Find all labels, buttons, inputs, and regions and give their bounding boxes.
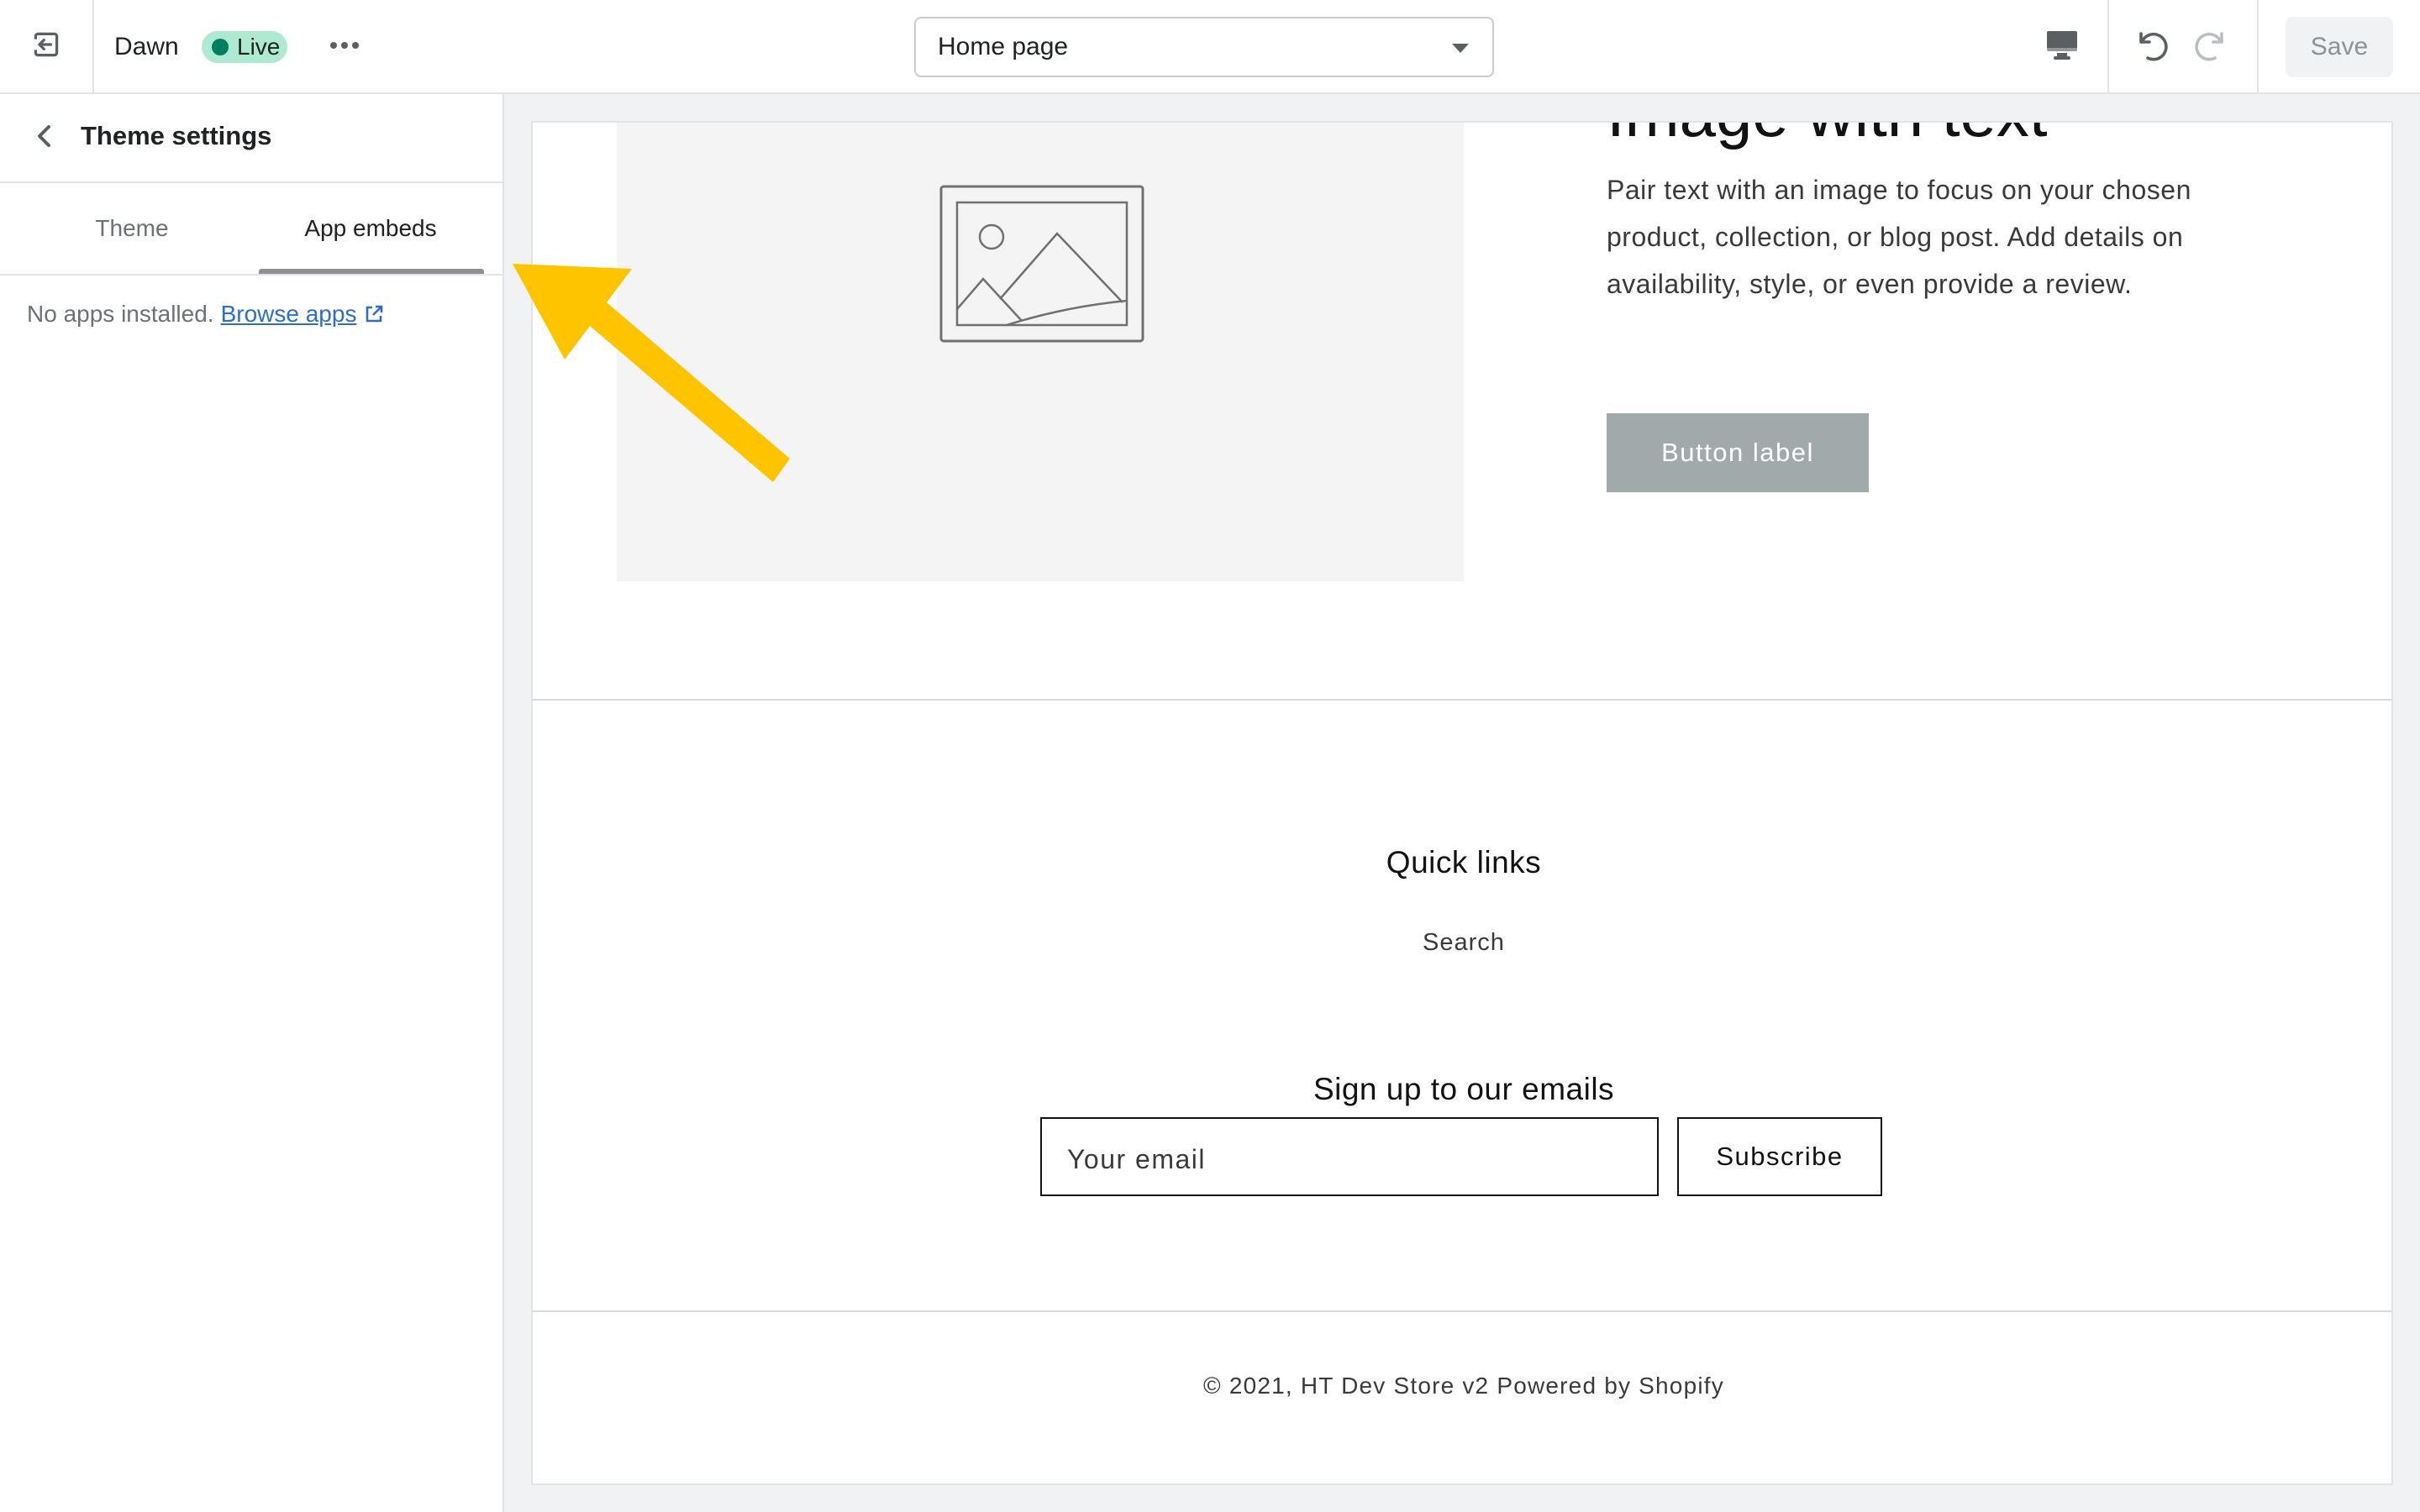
live-dot-icon (212, 39, 229, 55)
back-button[interactable] (25, 119, 62, 156)
image-with-text-body: Pair text with an image to focus on your… (1607, 175, 2191, 299)
undo-button[interactable] (2126, 24, 2176, 71)
redo-button[interactable] (2186, 24, 2237, 71)
toolbar-divider (2257, 0, 2259, 92)
image-placeholder-icon (939, 185, 1144, 347)
footer-link-search[interactable]: Search (1413, 929, 1514, 957)
undo-icon (2133, 27, 2170, 68)
empty-state: No apps installed. Browse apps (27, 301, 383, 328)
live-status-badge: Live (202, 31, 287, 63)
section-divider (533, 699, 2391, 701)
exit-icon (31, 29, 61, 64)
exit-button[interactable] (0, 0, 94, 92)
tabs-divider (0, 274, 502, 276)
caret-down-icon (1452, 44, 1469, 53)
sidebar-title: Theme settings (81, 121, 272, 150)
toolbar-divider (2107, 0, 2109, 92)
annotation-arrow (496, 252, 815, 500)
tab-app-embeds[interactable]: App embeds (252, 183, 489, 274)
page-selector-value: Home page (938, 33, 1069, 60)
image-with-text-button[interactable]: Button label (1607, 413, 1869, 492)
save-button[interactable]: Save (2286, 17, 2393, 77)
sidebar-header: Theme settings (0, 94, 502, 183)
external-link-icon[interactable] (365, 305, 383, 323)
image-with-text-heading: Image with text (1607, 123, 2048, 152)
more-horizontal-icon (329, 39, 360, 54)
theme-name: Dawn (114, 33, 179, 60)
page-selector[interactable]: Home page (914, 17, 1494, 77)
more-actions-button[interactable] (323, 27, 366, 66)
tab-theme[interactable]: Theme (13, 183, 250, 274)
sidebar-tabs: Theme App embeds (0, 183, 502, 366)
browse-apps-link[interactable]: Browse apps (221, 301, 357, 328)
desktop-icon (2045, 29, 2079, 66)
footer-divider (533, 1310, 2391, 1312)
sidebar: Theme settings Theme App embeds No apps … (0, 94, 504, 1512)
subscribe-button[interactable]: Subscribe (1677, 1117, 1882, 1196)
top-bar: Dawn Live Home page Save (0, 0, 2420, 94)
no-apps-text: No apps installed. (27, 301, 214, 327)
copyright-text: © 2021, HT Dev Store v2 Powered by Shopi… (1203, 1373, 1724, 1399)
newsletter-heading: Sign up to our emails (1313, 1072, 1615, 1106)
quick-links-heading: Quick links (1386, 845, 1542, 879)
chevron-left-icon (34, 124, 53, 152)
live-status-label: Live (237, 34, 281, 60)
redo-icon (2193, 27, 2230, 68)
device-preview-button[interactable] (2037, 25, 2087, 69)
email-input[interactable] (1040, 1117, 1659, 1196)
